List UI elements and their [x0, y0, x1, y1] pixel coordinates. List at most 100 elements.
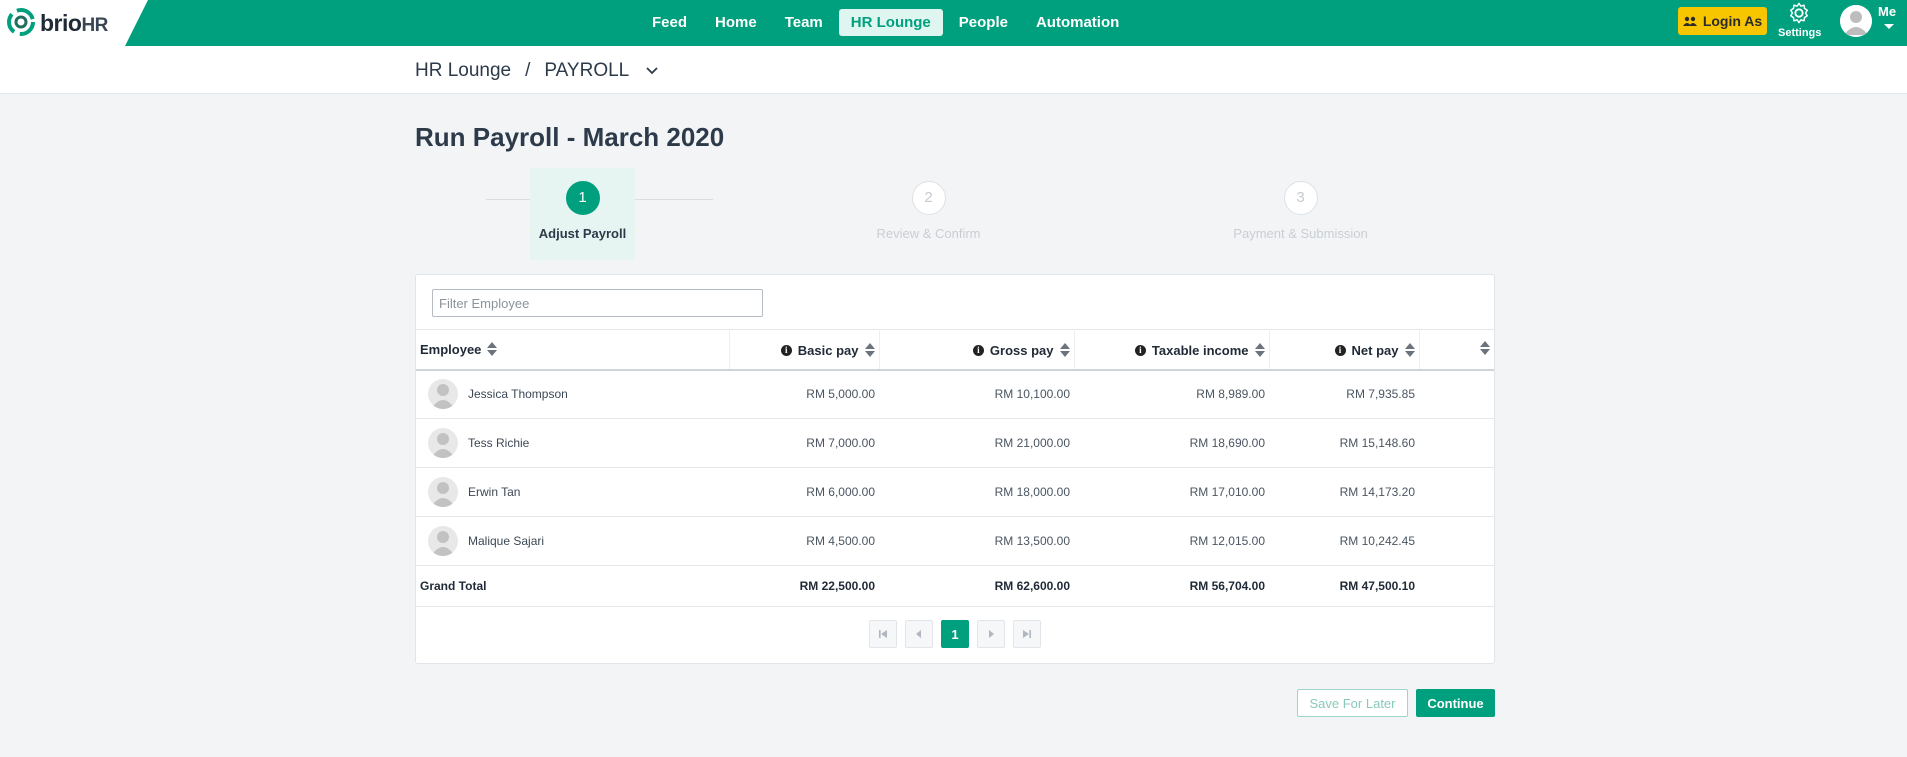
payroll-table: Employee i Basic pay i Gross pay i Taxable …: [416, 329, 1494, 607]
taxable-income-cell: RM 17,010.00: [1189, 485, 1265, 499]
gross-pay-cell: RM 18,000.00: [994, 485, 1070, 499]
column-header-employee[interactable]: Employee: [416, 330, 729, 370]
top-navbar: brioHR Feed Home Team HR Lounge People A…: [0, 0, 1907, 46]
nav-item-feed[interactable]: Feed: [640, 9, 699, 36]
total-net-pay: RM 47,500.10: [1339, 579, 1415, 593]
step-label: Review & Confirm: [876, 226, 981, 241]
previous-page-button[interactable]: [905, 620, 933, 648]
user-avatar-icon: [1840, 5, 1872, 37]
settings-button[interactable]: Settings: [1778, 2, 1822, 42]
net-pay-cell: RM 14,173.20: [1339, 485, 1415, 499]
sort-icon[interactable]: [864, 343, 875, 358]
nav-item-team[interactable]: Team: [773, 9, 835, 36]
employee-avatar-icon: [428, 526, 458, 556]
total-gross-pay: RM 62,600.00: [994, 579, 1070, 593]
net-pay-cell: RM 7,935.85: [1346, 387, 1415, 402]
taxable-income-cell: RM 12,015.00: [1189, 534, 1265, 548]
basic-pay-cell: RM 6,000.00: [806, 485, 875, 499]
table-row[interactable]: Jessica Thompson RM 5,000.00 RM 10,100.0…: [416, 370, 1494, 419]
gross-pay-cell: RM 21,000.00: [994, 436, 1070, 450]
brio-logo-icon: [7, 8, 35, 36]
first-page-button[interactable]: [869, 620, 897, 648]
employee-name[interactable]: Tess Richie: [468, 436, 529, 450]
brand-logo[interactable]: brioHR: [0, 0, 148, 46]
info-icon[interactable]: i: [972, 344, 984, 356]
chevron-down-icon[interactable]: [645, 64, 659, 78]
sort-icon[interactable]: [1254, 343, 1265, 358]
main-nav: Feed Home Team HR Lounge People Automati…: [640, 9, 1131, 36]
column-header-taxable-income[interactable]: i Taxable income: [1073, 329, 1269, 370]
continue-button[interactable]: Continue: [1416, 689, 1495, 717]
step-payment-submission[interactable]: 3 Payment & Submission: [1233, 168, 1368, 260]
taxable-income-cell: RM 18,690.00: [1189, 436, 1265, 450]
column-header-gross-pay[interactable]: i Gross pay: [878, 329, 1074, 370]
grand-total-label: Grand Total: [420, 579, 487, 593]
user-menu[interactable]: Me: [1840, 4, 1900, 40]
step-number: 3: [1283, 181, 1318, 215]
table-row[interactable]: Tess Richie RM 7,000.00 RM 21,000.00 RM …: [416, 419, 1494, 468]
gross-pay-cell: RM 13,500.00: [994, 534, 1070, 548]
login-as-label: Login As: [1702, 13, 1763, 29]
step-number: 1: [565, 181, 600, 215]
page-title: Run Payroll - March 2020: [415, 122, 725, 152]
save-for-later-button[interactable]: Save For Later: [1297, 689, 1408, 717]
employee-avatar-icon: [428, 379, 458, 410]
info-icon[interactable]: i: [780, 344, 792, 356]
gross-pay-cell: RM 10,100.00: [994, 387, 1070, 402]
column-header-actions[interactable]: [1418, 329, 1494, 370]
sort-icon[interactable]: [1059, 343, 1070, 358]
nav-item-automation[interactable]: Automation: [1024, 9, 1131, 36]
nav-item-hr-lounge[interactable]: HR Lounge: [838, 9, 943, 36]
page-number-button[interactable]: 1: [941, 620, 969, 648]
total-taxable-income: RM 56,704.00: [1189, 579, 1265, 593]
employee-name[interactable]: Malique Sajari: [468, 534, 544, 548]
table-row[interactable]: Malique Sajari RM 4,500.00 RM 13,500.00 …: [416, 517, 1494, 566]
step-adjust-payroll[interactable]: 1 Adjust Payroll: [530, 168, 635, 260]
net-pay-cell: RM 10,242.45: [1339, 534, 1415, 548]
breadcrumb: HR Lounge / PAYROLL: [415, 60, 659, 82]
total-basic-pay: RM 22,500.00: [799, 579, 875, 593]
next-page-button[interactable]: [977, 620, 1005, 648]
net-pay-cell: RM 15,148.60: [1339, 436, 1415, 450]
table-header-row: Employee i Basic pay i Gross pay i Taxable …: [416, 329, 1494, 370]
nav-item-people[interactable]: People: [947, 9, 1020, 36]
basic-pay-cell: RM 4,500.00: [806, 534, 875, 548]
column-header-basic-pay[interactable]: i Basic pay: [728, 329, 879, 370]
sort-icon[interactable]: [487, 342, 498, 357]
step-label: Adjust Payroll: [538, 226, 627, 241]
employee-name[interactable]: Erwin Tan: [468, 485, 520, 499]
column-header-net-pay[interactable]: i Net pay: [1268, 329, 1419, 370]
employee-name[interactable]: Jessica Thompson: [468, 387, 568, 401]
info-icon[interactable]: i: [1134, 344, 1146, 356]
taxable-income-cell: RM 8,989.00: [1196, 387, 1265, 402]
last-page-button[interactable]: [1013, 620, 1041, 648]
breadcrumb-bar: HR Lounge / PAYROLL: [0, 46, 1907, 94]
payroll-table-card: Employee iBasic pay iGross pay iTaxable …: [415, 274, 1495, 664]
step-number: 2: [911, 181, 946, 215]
step-label: Payment & Submission: [1233, 226, 1368, 241]
info-icon[interactable]: i: [1334, 344, 1346, 356]
login-as-button[interactable]: Login As: [1678, 7, 1767, 35]
chevron-down-icon: [1884, 24, 1894, 29]
next-page-icon: [989, 630, 994, 638]
sort-icon[interactable]: [1404, 343, 1415, 358]
settings-label: Settings: [1778, 27, 1822, 39]
breadcrumb-payroll[interactable]: PAYROLL: [544, 60, 629, 82]
breadcrumb-separator: /: [525, 60, 531, 81]
employee-avatar-icon: [428, 477, 458, 507]
sort-icon[interactable]: [1480, 340, 1490, 355]
brand-name: brioHR: [40, 10, 108, 36]
step-review-confirm[interactable]: 2 Review & Confirm: [876, 168, 981, 260]
basic-pay-cell: RM 7,000.00: [806, 436, 875, 450]
nav-item-home[interactable]: Home: [703, 9, 769, 36]
filter-employee-input[interactable]: [432, 289, 763, 317]
first-page-icon: [879, 630, 887, 638]
table-row[interactable]: Erwin Tan RM 6,000.00 RM 18,000.00 RM 17…: [416, 468, 1494, 517]
users-icon: [1682, 16, 1697, 26]
breadcrumb-hr-lounge[interactable]: HR Lounge: [415, 60, 511, 82]
basic-pay-cell: RM 5,000.00: [806, 387, 875, 402]
pagination: 1: [416, 605, 1494, 663]
gear-icon: [1790, 2, 1808, 24]
user-menu-label: Me: [1878, 4, 1897, 19]
last-page-icon: [1023, 630, 1031, 638]
